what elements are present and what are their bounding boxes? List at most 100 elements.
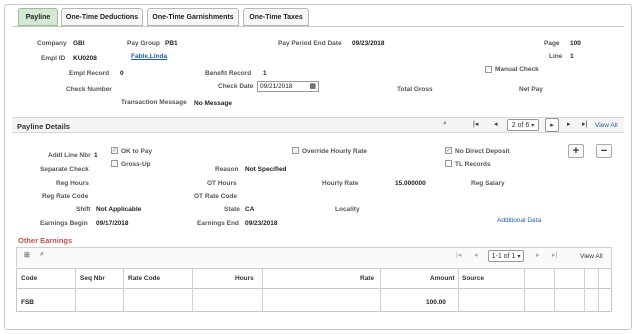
hourly-rate-value: 15.000000 — [395, 180, 426, 187]
search-icon[interactable]: ⌕ — [443, 120, 447, 128]
empl-id-value: KU0208 — [73, 55, 97, 62]
row-selector-dropdown[interactable]: 2 of 6 ▾ — [507, 119, 539, 131]
earnings-row-selector-value: 1-1 of 1 — [491, 252, 516, 260]
chevron-down-icon: ▾ — [531, 122, 535, 129]
view-all-link[interactable]: View All — [595, 122, 618, 129]
empl-record-label: Empl Record — [69, 70, 110, 77]
add-row-button[interactable]: + — [568, 144, 584, 158]
earnings-begin-value: 09/17/2018 — [96, 220, 129, 227]
benefit-record-label: Benefit Record — [205, 70, 252, 77]
search-icon[interactable]: ⌕ — [40, 251, 44, 259]
transaction-message-label: Transaction Message — [121, 99, 187, 106]
state-label: State — [224, 206, 240, 213]
company-value: GBI — [73, 40, 85, 47]
tab-label: Payline — [25, 13, 51, 21]
check-date-value: 09/21/2018 — [260, 83, 293, 90]
check-number-label: Check Number — [66, 86, 112, 93]
manual-check-checkbox[interactable] — [485, 66, 492, 73]
check-date-label: Check Date — [218, 83, 254, 90]
no-direct-deposit-label: No Direct Deposit — [455, 148, 510, 155]
grid-column-divider — [555, 269, 585, 311]
earnings-amount-cell[interactable]: 100.00 — [426, 299, 446, 306]
additional-data-link[interactable]: Additional Data — [497, 217, 541, 224]
line-label: Line — [549, 53, 563, 60]
state-value: CA — [245, 206, 255, 213]
previous-icon[interactable]: ◂ — [474, 251, 478, 259]
line-value: 1 — [570, 53, 574, 60]
earnings-view-all-link[interactable]: View All — [580, 253, 603, 260]
tab-payline[interactable]: Payline — [18, 8, 58, 26]
tab-divider — [12, 26, 624, 27]
tl-records-checkbox[interactable] — [445, 160, 452, 167]
pay-group-label: Pay Group — [127, 40, 160, 47]
column-header-hours: Hours — [235, 275, 254, 282]
earnings-end-value: 09/23/2018 — [245, 220, 278, 227]
benefit-record-value: 1 — [263, 70, 267, 77]
reg-rate-code-label: Reg Rate Code — [42, 193, 89, 200]
tab-label: One-Time Taxes — [249, 13, 303, 21]
page-value: 100 — [570, 40, 581, 47]
pay-period-end-label: Pay Period End Date — [278, 40, 342, 47]
transaction-message-value: No Message — [194, 100, 232, 107]
pay-group-value: PB1 — [165, 40, 178, 47]
payline-details-title: Payline Details — [17, 122, 70, 131]
addl-line-nbr-value: 1 — [94, 152, 98, 159]
other-earnings-grid: Code Seq Nbr Rate Code Hours Rate Amount… — [16, 268, 612, 312]
earnings-end-label: Earnings End — [197, 220, 239, 227]
column-header-rate: Rate — [360, 275, 375, 282]
previous-icon[interactable]: ◂ — [494, 120, 498, 128]
column-header-code: Code — [21, 275, 38, 282]
delete-row-button[interactable]: − — [596, 144, 612, 158]
net-pay-label: Net Pay — [519, 86, 543, 93]
next-button[interactable]: ▸ — [545, 118, 559, 132]
grid-column-divider — [585, 269, 599, 311]
grid-personalize-icon[interactable]: ⊞ — [24, 251, 30, 259]
column-header-rate-code: Rate Code — [128, 275, 161, 282]
tab-one-time-deductions[interactable]: One-Time Deductions — [61, 8, 143, 26]
ot-hours-label: OT Hours — [207, 180, 237, 187]
column-header-seq-nbr: Seq Nbr — [80, 275, 105, 282]
separate-check-label: Separate Check — [40, 166, 89, 173]
earnings-row-selector[interactable]: 1-1 of 1 ▾ — [488, 250, 524, 262]
next-icon[interactable]: ▸ — [567, 120, 571, 128]
reason-label: Reason — [215, 166, 239, 173]
empl-record-value: 0 — [120, 70, 124, 77]
row-selector-value: 2 of 6 — [511, 121, 530, 129]
override-hourly-rate-label: Override Hourly Rate — [302, 148, 368, 155]
tl-records-label: TL Records — [455, 161, 491, 168]
tab-label: One-Time Deductions — [65, 13, 139, 21]
earnings-begin-label: Earnings Begin — [40, 220, 88, 227]
reg-salary-label: Reg Salary — [471, 180, 505, 187]
gross-up-checkbox[interactable] — [111, 160, 118, 167]
hourly-rate-label: Hourly Rate — [322, 180, 359, 187]
employee-name-link[interactable]: Fable,Linda — [131, 53, 167, 60]
grid-column-divider — [525, 269, 555, 311]
ot-rate-code-label: OT Rate Code — [194, 193, 237, 200]
company-label: Company — [37, 40, 67, 47]
reg-hours-label: Reg Hours — [56, 180, 89, 187]
calendar-icon[interactable]: ▦ — [309, 82, 316, 91]
column-header-amount: Amount — [430, 275, 455, 282]
shift-value: Not Applicable — [96, 206, 142, 213]
page-label: Page — [544, 40, 560, 47]
check-date-input[interactable]: 09/21/2018 ▦ — [257, 81, 319, 92]
override-hourly-rate-checkbox[interactable] — [292, 147, 299, 154]
last-page-icon[interactable]: ▸| — [582, 120, 587, 128]
tab-one-time-taxes[interactable]: One-Time Taxes — [243, 8, 309, 26]
earnings-code-cell[interactable]: FSB — [21, 299, 34, 306]
next-icon[interactable]: ▸ — [536, 251, 540, 259]
last-page-icon[interactable]: ▸| — [552, 251, 557, 259]
pay-period-end-value: 09/23/2018 — [352, 40, 385, 47]
no-direct-deposit-checkbox[interactable]: ✓ — [445, 147, 452, 154]
ok-to-pay-checkbox[interactable]: ✓ — [111, 147, 118, 154]
tab-label: One-Time Garnishments — [152, 13, 234, 21]
locality-label: Locality — [335, 206, 360, 213]
tab-one-time-garnishments[interactable]: One-Time Garnishments — [147, 8, 239, 26]
first-page-icon[interactable]: |◂ — [456, 251, 461, 259]
shift-label: Shift — [76, 206, 91, 213]
other-earnings-title: Other Earnings — [18, 236, 73, 245]
gross-up-label: Gross-Up — [121, 161, 151, 168]
ok-to-pay-label: OK to Pay — [121, 148, 153, 155]
first-page-icon[interactable]: |◂ — [473, 120, 478, 128]
manual-check-label: Manual Check — [495, 66, 539, 73]
